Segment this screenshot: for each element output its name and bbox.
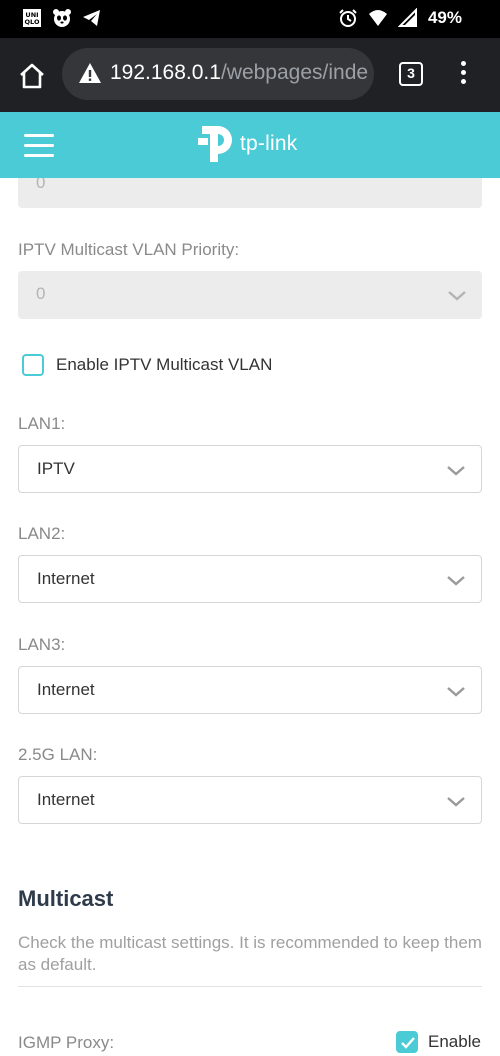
chevron-down-icon	[447, 797, 465, 807]
home-icon[interactable]	[18, 62, 46, 90]
lan2-select[interactable]: Internet	[18, 555, 482, 603]
chevron-down-icon	[447, 576, 465, 586]
logo-text: tp-link	[240, 132, 298, 155]
enable-multicast-vlan-label: Enable IPTV Multicast VLAN	[56, 355, 273, 374]
url-text: 192.168.0.1/webpages/inde	[110, 61, 368, 85]
uniqlo-app-icon: UNI QLO	[23, 9, 41, 27]
url-host: 192.168.0.1	[110, 61, 221, 84]
igmp-proxy-enable-row[interactable]: Enable	[396, 1031, 481, 1053]
panda-app-icon	[53, 9, 71, 27]
lan-2-5g-select[interactable]: Internet	[18, 776, 482, 824]
wifi-icon	[368, 10, 387, 26]
tp-link-logo-icon	[198, 126, 232, 162]
multicast-section-description: Check the multicast settings. It is reco…	[18, 933, 482, 974]
multicast-priority-label: IPTV Multicast VLAN Priority:	[18, 240, 240, 259]
url-path: /webpages/inde	[220, 61, 369, 84]
lan1-select[interactable]: IPTV	[18, 445, 482, 493]
app-header: tp-link	[0, 112, 500, 178]
browser-toolbar: 192.168.0.1/webpages/inde 3	[0, 38, 500, 112]
lan3-label: LAN3:	[18, 635, 66, 654]
tp-link-logo: tp-link	[198, 124, 297, 164]
checkmark-icon	[401, 1037, 415, 1049]
lan3-select[interactable]: Internet	[18, 666, 482, 714]
multicast-vlan-id-field: 0	[18, 178, 482, 208]
telegram-icon	[83, 10, 100, 26]
chevron-down-icon	[448, 291, 466, 301]
section-divider	[18, 986, 482, 987]
select-value: Internet	[37, 790, 95, 809]
svg-text:QLO: QLO	[25, 18, 40, 26]
select-value: Internet	[37, 569, 95, 588]
igmp-proxy-checkbox[interactable]	[396, 1031, 418, 1053]
overflow-menu-icon[interactable]	[459, 61, 467, 89]
hamburger-menu-icon[interactable]	[24, 134, 54, 157]
select-value: Internet	[37, 680, 95, 699]
alarm-icon	[339, 9, 357, 27]
multicast-section-title: Multicast	[18, 886, 114, 911]
chevron-down-icon	[447, 687, 465, 697]
igmp-proxy-enable-label: Enable	[428, 1032, 481, 1051]
select-value: IPTV	[37, 459, 75, 478]
lan1-label: LAN1:	[18, 414, 66, 433]
field-value: 0	[36, 178, 46, 192]
not-secure-warning-icon[interactable]	[78, 62, 102, 84]
signal-icon	[397, 8, 417, 27]
multicast-priority-select: 0	[18, 271, 482, 319]
igmp-proxy-label: IGMP Proxy:	[18, 1033, 115, 1052]
battery-percentage: 49%	[427, 8, 462, 27]
status-bar-notifications: UNI QLO	[22, 8, 102, 28]
lan-2-5g-label: 2.5G LAN:	[18, 745, 98, 764]
chevron-down-icon	[447, 466, 465, 476]
address-bar[interactable]: 192.168.0.1/webpages/inde	[62, 48, 374, 100]
tab-switcher-button[interactable]: 3	[399, 62, 423, 86]
settings-content: 0 IPTV Multicast VLAN Priority: 0 Enable…	[0, 178, 500, 1056]
lan2-label: LAN2:	[18, 524, 66, 543]
status-bar: UNI QLO 49%	[0, 0, 500, 38]
status-bar-system: 49%	[338, 8, 462, 28]
enable-multicast-vlan-row[interactable]: Enable IPTV Multicast VLAN	[22, 354, 272, 376]
select-value: 0	[36, 284, 46, 303]
enable-multicast-vlan-checkbox[interactable]	[22, 354, 44, 376]
